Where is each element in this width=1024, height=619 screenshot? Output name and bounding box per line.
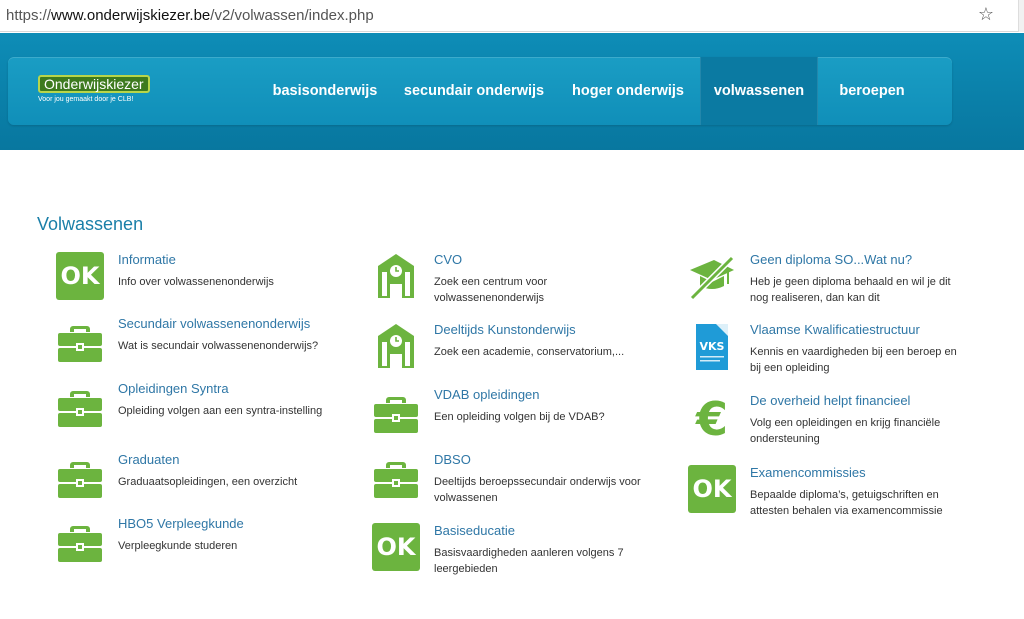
item-description: Bepaalde diploma’s, getuigschriften en a… — [750, 489, 943, 517]
logo-name: Onderwijskiezer — [38, 75, 150, 93]
item-description: Een opleiding volgen bij de VDAB? — [434, 411, 605, 423]
logo-tagline: Voor jou gemaakt door je CLB! — [38, 96, 134, 103]
item-title[interactable]: CVO — [434, 252, 462, 267]
item-title[interactable]: VDAB opleidingen — [434, 387, 540, 402]
site-logo[interactable]: Onderwijskiezer Voor jou gemaakt door je… — [38, 75, 150, 105]
nav-item-hoger-onderwijs[interactable]: hoger onderwijs — [564, 57, 692, 125]
item-title[interactable]: Vlaamse Kwalificatiestructuur — [750, 322, 920, 337]
item-title[interactable]: Deeltijds Kunstonderwijs — [434, 322, 576, 337]
url-path: /v2/volwassen/index.php — [210, 7, 374, 24]
item-title[interactable]: Informatie — [118, 252, 176, 267]
item-description: Kennis en vaardigheden bij een beroep en… — [750, 346, 957, 374]
vks-text: VKS — [700, 340, 725, 353]
item-description: Heb je geen diploma behaald en wil je di… — [750, 276, 951, 304]
ok-icon: OK — [56, 252, 104, 300]
item-description: Graduaatsopleidingen, een overzicht — [118, 476, 298, 488]
ok-icon: OK — [688, 465, 736, 513]
crossed-graduation-cap-icon — [689, 255, 735, 300]
item-description: Volg een opleidingen en krijg financiële… — [750, 417, 941, 445]
briefcase-icon — [58, 391, 102, 427]
item-title[interactable]: Geen diploma SO...Wat nu? — [750, 252, 912, 267]
main-navigation: Onderwijskiezer Voor jou gemaakt door je… — [8, 57, 952, 125]
url-host: www.onderwijskiezer.be — [51, 7, 211, 24]
item-title[interactable]: Graduaten — [118, 452, 179, 467]
item-description: Deeltijds beroepssecundair onderwijs voo… — [434, 476, 641, 504]
browser-address-bar[interactable]: https://www.onderwijskiezer.be/v2/volwas… — [0, 0, 1024, 32]
nav-item-secundair-onderwijs[interactable]: secundair onderwijs — [398, 57, 550, 125]
item-description: Zoek een academie, conservatorium,... — [434, 346, 625, 358]
vks-logo-icon: VKS — [696, 324, 728, 370]
briefcase-icon — [58, 326, 102, 362]
item-description: Verpleegkunde studeren — [118, 540, 238, 552]
bookmark-star-icon[interactable]: ☆ — [978, 4, 994, 25]
item-description: Info over volwassenenonderwijs — [118, 276, 274, 288]
nav-item-basisonderwijs[interactable]: basisonderwijs — [266, 57, 384, 125]
item-title[interactable]: Opleidingen Syntra — [118, 381, 229, 396]
euro-icon: € — [695, 393, 728, 441]
item-description: Wat is secundair volwassenenonderwijs? — [118, 340, 319, 352]
browser-edge — [1018, 0, 1024, 32]
item-title[interactable]: De overheid helpt financieel — [750, 393, 910, 408]
nav-item-beroepen[interactable]: beroepen — [828, 57, 916, 125]
item-description: Zoek een centrum voor volwassenenonderwi… — [434, 276, 548, 304]
school-building-icon — [378, 324, 414, 368]
ok-icon: OK — [372, 523, 420, 571]
item-title[interactable]: Secundair volwassenenonderwijs — [118, 316, 310, 331]
briefcase-icon — [374, 462, 418, 498]
item-description: Basisvaardigheden aanleren volgens 7 lee… — [434, 547, 624, 575]
nav-item-volwassenen[interactable]: volwassenen — [700, 57, 818, 125]
url-prefix: https:// — [6, 7, 52, 24]
item-description: Opleiding volgen aan een syntra-instelli… — [118, 405, 323, 417]
briefcase-icon — [58, 462, 102, 498]
school-building-icon — [378, 254, 414, 298]
item-title[interactable]: HBO5 Verpleegkunde — [118, 516, 244, 531]
briefcase-icon — [58, 526, 102, 562]
item-title[interactable]: Basiseducatie — [434, 523, 515, 538]
briefcase-icon — [374, 397, 418, 433]
item-title[interactable]: DBSO — [434, 452, 471, 467]
url-text[interactable]: https://www.onderwijskiezer.be/v2/volwas… — [6, 7, 374, 24]
item-title[interactable]: Examencommissies — [750, 465, 866, 480]
section-title: Volwassenen — [37, 214, 144, 234]
site-header: Onderwijskiezer Voor jou gemaakt door je… — [0, 33, 1024, 150]
euro-symbol: € — [695, 393, 728, 441]
